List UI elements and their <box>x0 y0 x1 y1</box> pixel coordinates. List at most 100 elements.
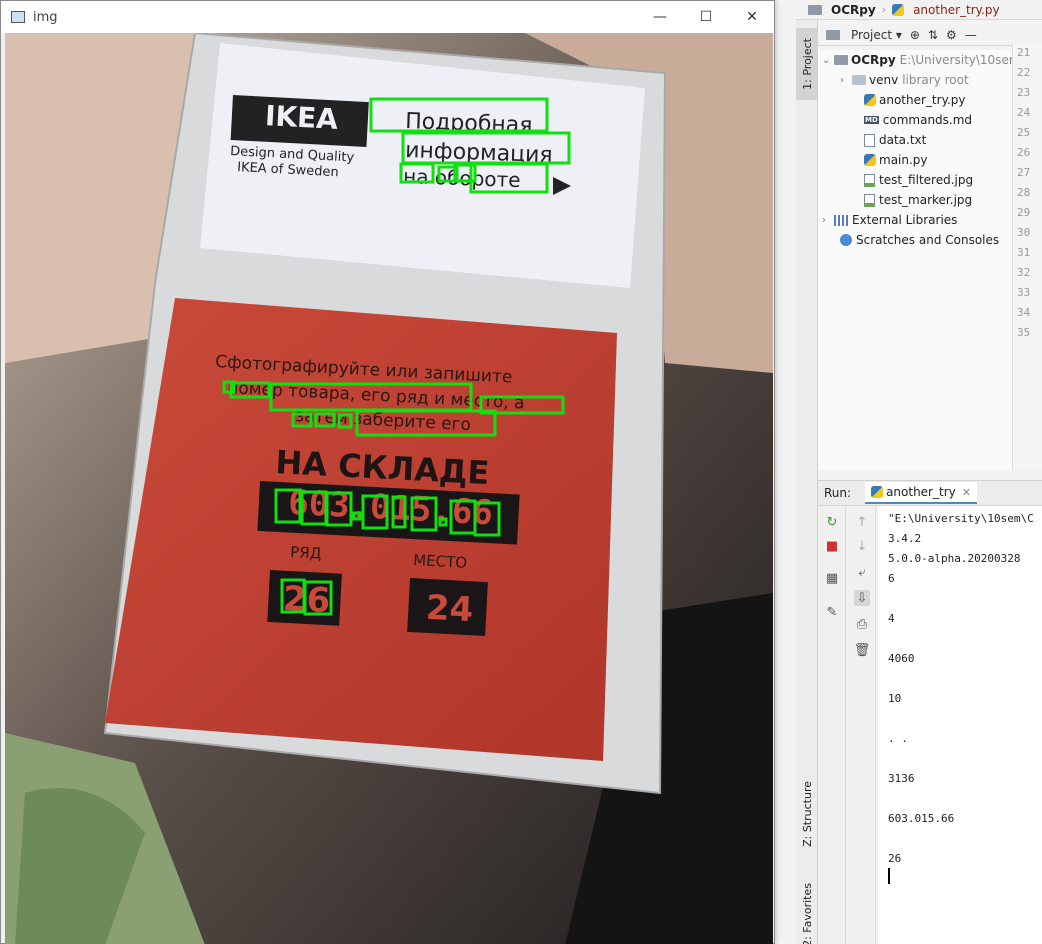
chevron-right-icon: › <box>822 214 826 226</box>
navigation-bar: OCRpy › another_try.py <box>796 0 1042 20</box>
text-file-icon <box>864 133 875 147</box>
tree-item-external-libraries[interactable]: › External Libraries <box>822 210 957 230</box>
line-number: 34 <box>1017 306 1031 319</box>
run-toolbar-primary: ↻ ■ ▦ ✎ <box>818 506 846 944</box>
line-number: 25 <box>1017 126 1031 139</box>
library-icon <box>834 214 848 226</box>
console-line: 3.4.2 <box>888 532 922 545</box>
row-label: РЯД <box>290 543 322 563</box>
run-tab-another-try[interactable]: another_try ✕ <box>865 482 977 504</box>
ocr-photo: IKEA Design and Quality IKEA of Sweden П… <box>5 33 773 944</box>
run-panel-header: Run: another_try ✕ <box>818 480 1042 506</box>
maximize-button[interactable]: ☐ <box>683 1 729 33</box>
console-line: . . <box>888 732 908 745</box>
tool-window-stripe: 1: Project Z: Structure 2: Favorites <box>796 20 818 944</box>
print-icon[interactable]: ⎙ <box>854 616 870 632</box>
tree-item-note: library root <box>902 73 969 87</box>
run-toolbar-secondary: ↑ ↓ ⤶ ⇩ ⎙ 🗑 <box>848 506 876 944</box>
line-number: 32 <box>1017 266 1031 279</box>
tree-item-label: test_marker.jpg <box>879 193 973 207</box>
tree-root[interactable]: ⌄ OCRpy E:\University\10sem\ <box>822 50 1012 70</box>
tree-item-label: Scratches and Consoles <box>856 233 1000 247</box>
python-file-icon <box>871 486 884 498</box>
hide-icon[interactable]: — <box>965 28 977 42</box>
line-number: 24 <box>1017 106 1031 119</box>
chevron-right-icon: › <box>881 3 887 16</box>
tree-item-label: data.txt <box>879 133 927 147</box>
locate-icon[interactable]: ⊕ <box>910 28 920 42</box>
structure-tool-tab-label: Z: Structure <box>800 781 814 847</box>
tree-item-test-marker[interactable]: test_marker.jpg <box>864 190 972 210</box>
console-line: 603.015.66 <box>888 812 955 825</box>
console-line: 4060 <box>888 652 915 665</box>
tree-item-venv[interactable]: › venv library root <box>840 70 969 90</box>
text-caret <box>888 868 890 884</box>
console-line: 26 <box>888 852 902 865</box>
tree-item-label: another_try.py <box>879 93 966 107</box>
python-file-icon <box>864 154 876 166</box>
breadcrumb-project[interactable]: OCRpy <box>831 3 876 17</box>
image-file-icon <box>864 193 875 207</box>
collapse-all-icon[interactable]: ⇅ <box>928 28 938 42</box>
favorites-tool-tab-label: 2: Favorites <box>800 883 814 944</box>
window-app-icon <box>11 11 25 23</box>
console-line: 3136 <box>888 772 915 785</box>
chevron-right-icon: › <box>840 74 844 86</box>
scroll-to-end-icon[interactable]: ⇩ <box>854 590 870 606</box>
run-label: Run: <box>824 486 852 500</box>
favorites-tool-tab[interactable]: 2: Favorites <box>796 870 818 944</box>
line-number: 27 <box>1017 166 1031 179</box>
run-console[interactable]: "E:\University\10sem\C 3.4.2 5.0.0-alpha… <box>878 506 1042 944</box>
tree-item-label: test_filtered.jpg <box>879 173 974 187</box>
pin-icon[interactable]: ✎ <box>824 604 840 620</box>
ikea-logo-text: IKEA <box>264 99 339 136</box>
breadcrumb-file[interactable]: another_try.py <box>913 3 1000 17</box>
gear-icon[interactable]: ⚙ <box>946 28 957 42</box>
up-arrow-icon[interactable]: ↑ <box>854 514 870 530</box>
close-icon[interactable]: ✕ <box>962 486 971 499</box>
tree-item-label: commands.md <box>882 113 973 127</box>
tree-item-label: main.py <box>879 153 928 167</box>
scratches-icon <box>840 234 852 246</box>
project-tool-tab-label: 1: Project <box>800 38 814 90</box>
line-number: 22 <box>1017 66 1031 79</box>
line-number: 31 <box>1017 246 1031 259</box>
image-viewport: IKEA Design and Quality IKEA of Sweden П… <box>5 33 773 944</box>
line-number: 26 <box>1017 146 1031 159</box>
line-number: 28 <box>1017 186 1031 199</box>
project-view-dropdown[interactable]: Project ▾ <box>851 28 902 42</box>
line-number: 30 <box>1017 226 1031 239</box>
line-number: 23 <box>1017 86 1031 99</box>
line-number: 35 <box>1017 326 1031 339</box>
image-window-titlebar[interactable]: img — ☐ ✕ <box>1 1 774 33</box>
structure-tool-tab[interactable]: Z: Structure <box>796 772 818 856</box>
project-tool-tab[interactable]: 1: Project <box>796 28 818 100</box>
run-tab-label: another_try <box>886 485 956 499</box>
tree-item-commands-md[interactable]: MD commands.md <box>864 110 972 130</box>
tree-item-scratches[interactable]: Scratches and Consoles <box>840 230 999 250</box>
rerun-icon[interactable]: ↻ <box>824 514 840 530</box>
tree-item-main-py[interactable]: main.py <box>864 150 928 170</box>
console-line: 5.0.0-alpha.20200328 <box>888 552 1021 565</box>
folder-icon <box>852 75 866 85</box>
place-value: 24 <box>425 588 474 630</box>
tree-item-test-filtered[interactable]: test_filtered.jpg <box>864 170 973 190</box>
python-file-icon <box>864 94 876 106</box>
stop-icon[interactable]: ■ <box>824 538 840 554</box>
minimize-button[interactable]: — <box>637 1 683 33</box>
folder-icon <box>834 55 848 65</box>
tree-item-another-try[interactable]: another_try.py <box>864 90 966 110</box>
folder-icon <box>808 4 822 15</box>
markdown-file-icon: MD <box>864 116 879 124</box>
project-panel-header: Project ▾ ⊕ ⇅ ⚙ — <box>818 24 1012 46</box>
close-button[interactable]: ✕ <box>729 1 775 33</box>
console-line: 4 <box>888 612 895 625</box>
info-line-3: на обороте <box>403 164 521 192</box>
soft-wrap-icon[interactable]: ⤶ <box>854 564 870 580</box>
trash-icon[interactable]: 🗑 <box>854 642 871 658</box>
tree-item-data-txt[interactable]: data.txt <box>864 130 926 150</box>
down-arrow-icon[interactable]: ↓ <box>854 538 870 554</box>
project-view-label: Project <box>851 27 893 42</box>
layout-icon[interactable]: ▦ <box>824 570 840 586</box>
console-line: 10 <box>888 692 902 705</box>
